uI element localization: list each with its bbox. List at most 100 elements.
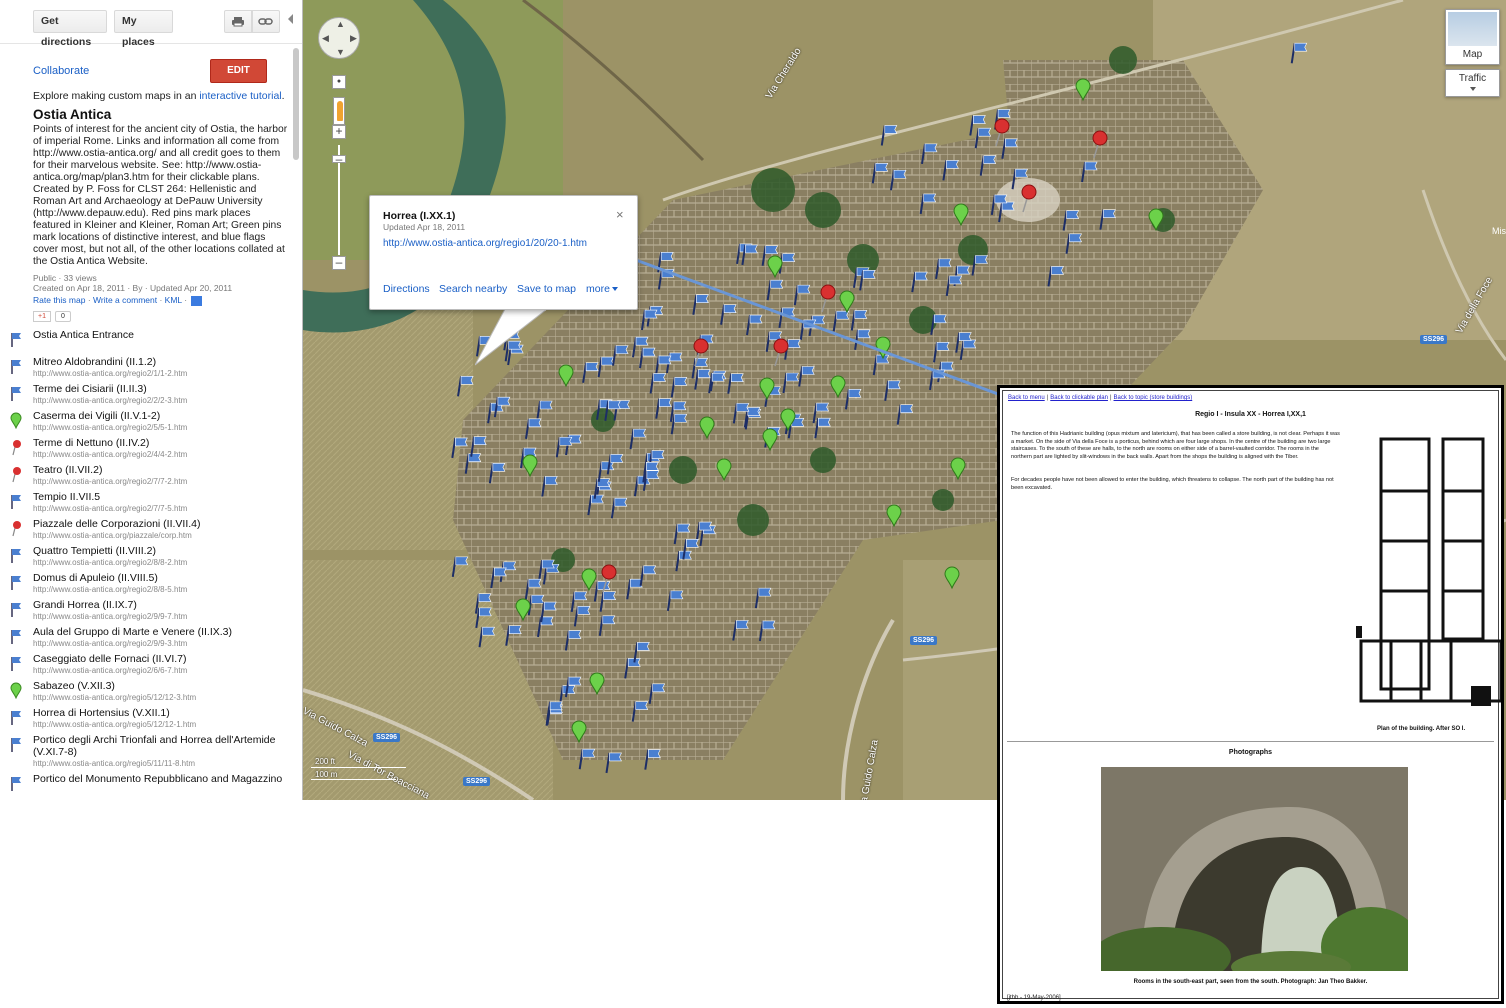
blue-flag-marker[interactable] bbox=[1081, 161, 1098, 183]
blue-flag-marker[interactable] bbox=[959, 339, 977, 361]
blue-flag-marker[interactable] bbox=[573, 606, 591, 627]
plus-one-button[interactable]: +1 bbox=[33, 311, 51, 322]
place-name[interactable]: Mitreo Aldobrandini (II.1.2) bbox=[33, 356, 288, 368]
blue-flag-marker[interactable] bbox=[582, 362, 599, 383]
blue-flag-marker[interactable] bbox=[451, 437, 468, 459]
list-item[interactable]: Ostia Antica Entrance bbox=[0, 329, 300, 356]
place-name[interactable]: Grandi Horrea (II.IX.7) bbox=[33, 599, 288, 611]
place-url[interactable]: http://www.ostia-antica.org/regio2/1/1-2… bbox=[33, 369, 187, 378]
blue-flag-marker[interactable] bbox=[527, 594, 545, 616]
blue-flag-marker[interactable] bbox=[694, 369, 711, 390]
green-pin-marker[interactable] bbox=[944, 566, 960, 590]
place-name[interactable]: Aula del Gruppo di Marte e Venere (II.IX… bbox=[33, 626, 288, 638]
list-item[interactable]: Quattro Tempietti (II.VIII.2) http://www.… bbox=[0, 545, 300, 572]
back-to-plan-link[interactable]: Back to clickable plan bbox=[1050, 395, 1108, 401]
list-item[interactable]: Portico degli Archi Trionfali and Horrea… bbox=[0, 734, 300, 773]
blue-flag-marker[interactable] bbox=[598, 615, 616, 636]
blue-flag-marker[interactable] bbox=[599, 591, 617, 612]
blue-flag-marker[interactable] bbox=[605, 752, 622, 774]
back-to-menu-link[interactable]: Back to menu bbox=[1008, 395, 1045, 401]
blue-flag-marker[interactable] bbox=[1099, 209, 1116, 230]
green-pin-marker[interactable] bbox=[886, 504, 902, 528]
blue-flag-marker[interactable] bbox=[859, 270, 876, 291]
list-item[interactable]: Terme di Nettuno (II.IV.2) http://www.ost… bbox=[0, 437, 300, 464]
place-url[interactable]: http://www.ostia-antica.org/regio5/12/12… bbox=[33, 720, 196, 729]
place-url[interactable]: http://www.ostia-antica.org/regio2/2/2-3… bbox=[33, 396, 187, 405]
blue-flag-marker[interactable] bbox=[670, 377, 688, 398]
blue-flag-marker[interactable] bbox=[644, 749, 661, 770]
list-item[interactable]: Caseggiato delle Fornaci (II.VI.7) http:/… bbox=[0, 653, 300, 680]
blue-flag-marker[interactable] bbox=[564, 630, 582, 651]
blue-flag-marker[interactable] bbox=[971, 255, 988, 276]
list-item[interactable]: Tempio II.VII.5 http://www.ostia-antica.o… bbox=[0, 491, 300, 518]
green-pin-marker[interactable] bbox=[581, 568, 597, 592]
blue-flag-marker[interactable] bbox=[1001, 138, 1018, 159]
place-url[interactable]: http://www.ostia-antica.org/regio5/12/12… bbox=[33, 693, 196, 702]
blue-flag-marker[interactable] bbox=[727, 373, 744, 394]
place-url[interactable]: http://www.ostia-antica.org/regio2/9/9-7… bbox=[33, 612, 187, 621]
green-pin-marker[interactable] bbox=[780, 408, 796, 432]
blue-flag-marker[interactable] bbox=[911, 271, 928, 293]
my-places-button[interactable]: My places bbox=[114, 10, 173, 48]
blue-flag-marker[interactable] bbox=[555, 436, 573, 458]
blue-flag-marker[interactable] bbox=[639, 347, 656, 369]
place-name[interactable]: Portico degli Archi Trionfali and Horrea… bbox=[33, 734, 288, 758]
blue-flag-marker[interactable] bbox=[1065, 233, 1083, 254]
blue-flag-marker[interactable] bbox=[919, 193, 937, 215]
blue-flag-marker[interactable] bbox=[884, 380, 901, 401]
red-pushpin-marker[interactable] bbox=[1092, 130, 1108, 159]
place-name[interactable]: Caseggiato delle Fornaci (II.VI.7) bbox=[33, 653, 288, 665]
place-url[interactable]: http://www.ostia-antica.org/regio2/9/9-3… bbox=[33, 639, 187, 648]
blue-flag-marker[interactable] bbox=[850, 310, 868, 331]
place-name[interactable]: Tempio II.VII.5 bbox=[33, 491, 288, 503]
blue-flag-marker[interactable] bbox=[814, 417, 831, 439]
zoom-out-button[interactable]: – bbox=[332, 256, 346, 270]
search-nearby-link[interactable]: Search nearby bbox=[439, 283, 507, 295]
list-item[interactable]: Grandi Horrea (II.IX.7) http://www.ostia-… bbox=[0, 599, 300, 626]
blue-flag-marker[interactable] bbox=[629, 428, 647, 450]
blue-flag-marker[interactable] bbox=[998, 201, 1015, 223]
back-to-topic-link[interactable]: Back to topic (store buildings) bbox=[1114, 395, 1193, 401]
close-icon[interactable]: × bbox=[616, 207, 624, 222]
blue-flag-marker[interactable] bbox=[793, 284, 811, 306]
blue-flag-marker[interactable] bbox=[655, 398, 672, 419]
blue-flag-marker[interactable] bbox=[642, 470, 660, 491]
directions-link[interactable]: Directions bbox=[383, 283, 430, 295]
blue-flag-marker[interactable] bbox=[648, 683, 666, 704]
green-pin-marker[interactable] bbox=[589, 672, 605, 696]
place-url[interactable]: http://www.ostia-antica.org/regio2/6/6-7… bbox=[33, 666, 187, 675]
zoom-in-button[interactable]: + bbox=[332, 125, 346, 139]
place-name[interactable]: Caserma dei Vigili (II.V.1-2) bbox=[33, 410, 288, 422]
collapse-panel-icon[interactable] bbox=[288, 14, 293, 24]
green-pin-marker[interactable] bbox=[830, 375, 846, 399]
blue-flag-marker[interactable] bbox=[624, 658, 641, 679]
place-name[interactable]: Portico del Monumento Repubblicano and M… bbox=[33, 773, 288, 785]
blue-flag-marker[interactable] bbox=[1047, 266, 1064, 287]
red-pushpin-marker[interactable] bbox=[820, 284, 836, 313]
blue-flag-marker[interactable] bbox=[610, 497, 628, 519]
pan-left-icon[interactable]: ◀ bbox=[322, 33, 329, 44]
green-pin-marker[interactable] bbox=[1075, 78, 1091, 102]
place-name[interactable]: Teatro (II.VII.2) bbox=[33, 464, 288, 476]
zoom-dot-icon[interactable]: ● bbox=[332, 75, 346, 89]
blue-flag-marker[interactable] bbox=[490, 567, 507, 589]
pan-up-icon[interactable]: ▲ bbox=[336, 19, 345, 29]
blue-flag-marker[interactable] bbox=[974, 127, 992, 149]
green-pin-marker[interactable] bbox=[953, 203, 969, 227]
info-url-link[interactable]: http://www.ostia-antica.org/regio1/20/20… bbox=[383, 238, 587, 249]
blue-flag-marker[interactable] bbox=[475, 607, 492, 629]
pan-right-icon[interactable]: ▶ bbox=[350, 33, 357, 44]
blue-flag-marker[interactable] bbox=[920, 143, 938, 165]
blue-flag-marker[interactable] bbox=[505, 625, 522, 646]
link-button[interactable] bbox=[252, 10, 280, 33]
blue-flag-marker[interactable] bbox=[871, 163, 889, 184]
place-name[interactable]: Horrea di Hortensius (V.XII.1) bbox=[33, 707, 288, 719]
list-item[interactable]: Sabazeo (V.XII.3) http://www.ostia-antica… bbox=[0, 680, 300, 707]
blue-flag-marker[interactable] bbox=[464, 453, 482, 474]
blue-flag-marker[interactable] bbox=[782, 372, 799, 394]
blue-flag-marker[interactable] bbox=[604, 400, 621, 421]
green-pin-marker[interactable] bbox=[558, 364, 574, 388]
blue-flag-marker[interactable] bbox=[692, 294, 709, 315]
blue-flag-marker[interactable] bbox=[942, 160, 959, 181]
green-pin-marker[interactable] bbox=[699, 416, 715, 440]
